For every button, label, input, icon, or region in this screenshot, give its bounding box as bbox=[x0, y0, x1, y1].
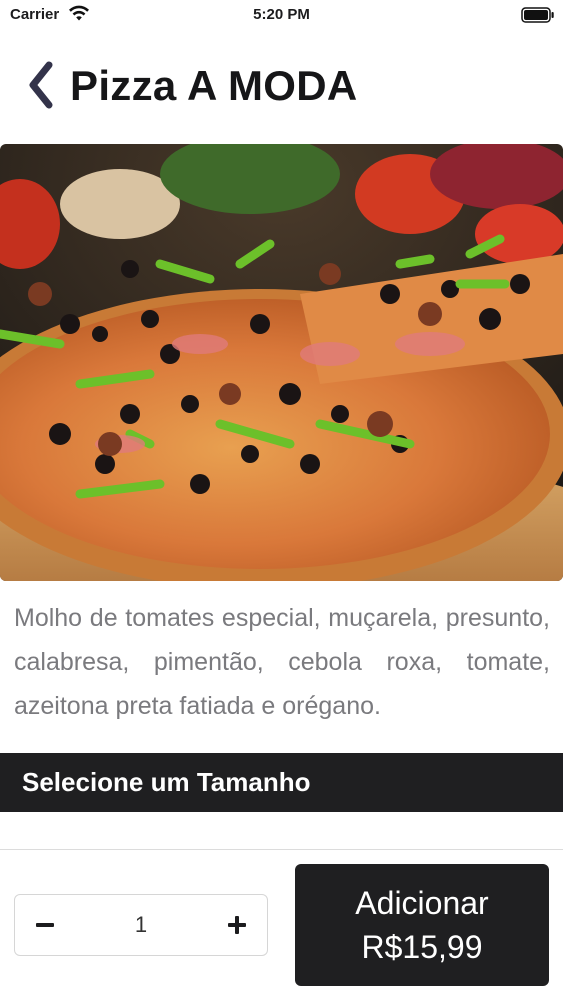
size-section-title: Selecione um Tamanho bbox=[22, 767, 311, 797]
quantity-stepper: 1 bbox=[14, 894, 268, 956]
chevron-left-icon bbox=[29, 61, 53, 109]
page-title: Pizza A MODA bbox=[70, 62, 358, 109]
add-button-label: Adicionar bbox=[355, 885, 489, 921]
status-time: 5:20 PM bbox=[253, 6, 310, 23]
increment-button[interactable] bbox=[207, 895, 267, 955]
plus-icon bbox=[228, 916, 246, 934]
back-button[interactable] bbox=[20, 58, 60, 112]
minus-icon bbox=[36, 923, 54, 927]
product-image bbox=[0, 144, 563, 581]
size-section-header: Selecione um Tamanho bbox=[0, 753, 563, 812]
add-button-price: R$15,99 bbox=[361, 929, 483, 965]
product-description: Molho de tomates especial, muçarela, pre… bbox=[14, 604, 550, 720]
battery-icon bbox=[521, 7, 555, 27]
header: Pizza A MODA bbox=[0, 50, 563, 126]
add-to-cart-button[interactable]: Adicionar R$15,99 bbox=[295, 864, 549, 986]
decrement-button[interactable] bbox=[15, 895, 75, 955]
quantity-value: 1 bbox=[134, 912, 148, 937]
status-bar: Carrier 5:20 PM bbox=[0, 0, 563, 30]
divider bbox=[0, 849, 563, 850]
